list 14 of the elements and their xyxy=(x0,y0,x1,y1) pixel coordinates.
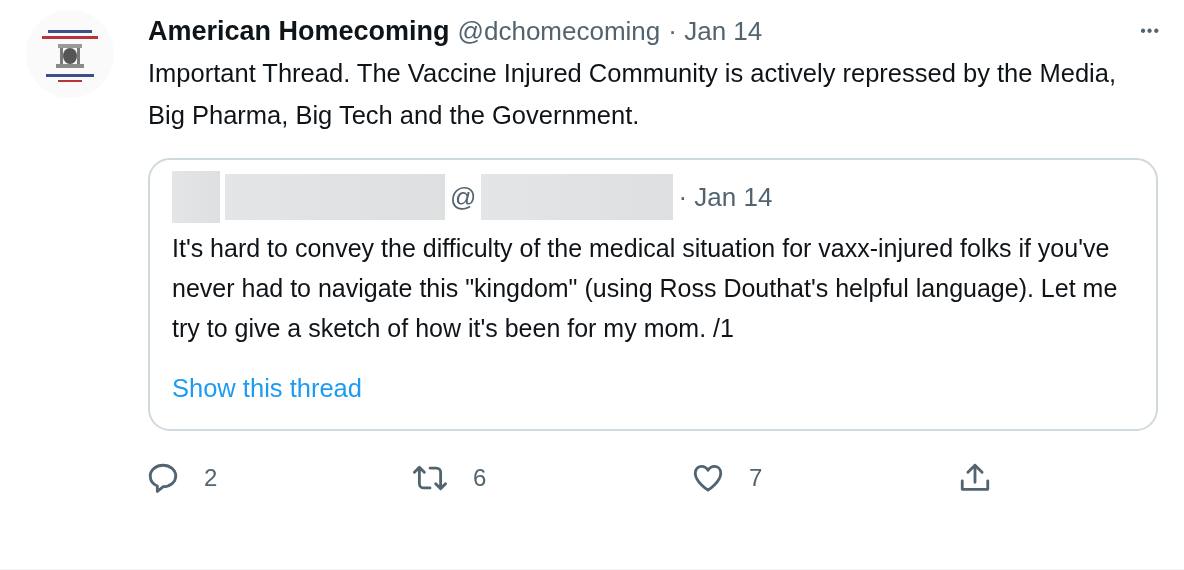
quoted-tweet-text: It's hard to convey the difficulty of the medical situation for vaxx-injured folks if you've never had to navigate this "kingdom" (using Ross Douthat's helpful language). Let me try to give a sketch of how it's been for my mom. /1 xyxy=(172,233,1119,344)
quoted-tweet-card[interactable] xyxy=(148,158,1158,431)
redacted-avatar xyxy=(172,171,220,223)
speech-bubble-icon[interactable] xyxy=(146,461,180,495)
author-handle[interactable]: @dchomecoming xyxy=(457,15,661,47)
tweet-text: Important Thread. The Vaccine Injured Community is actively repressed by the Media, Big Pharma, Big Tech and the Government. xyxy=(148,58,1118,131)
action-count: 6 xyxy=(473,464,487,492)
at-sign: @ xyxy=(450,181,477,213)
author-name[interactable]: American Homecoming xyxy=(148,15,450,47)
action-count: 2 xyxy=(204,464,218,492)
more-menu[interactable]: ••• xyxy=(1140,22,1160,40)
action-count: 7 xyxy=(749,464,763,492)
tweet-time[interactable]: · Jan 14 xyxy=(668,15,763,47)
quote-time: · Jan 14 xyxy=(678,181,773,213)
